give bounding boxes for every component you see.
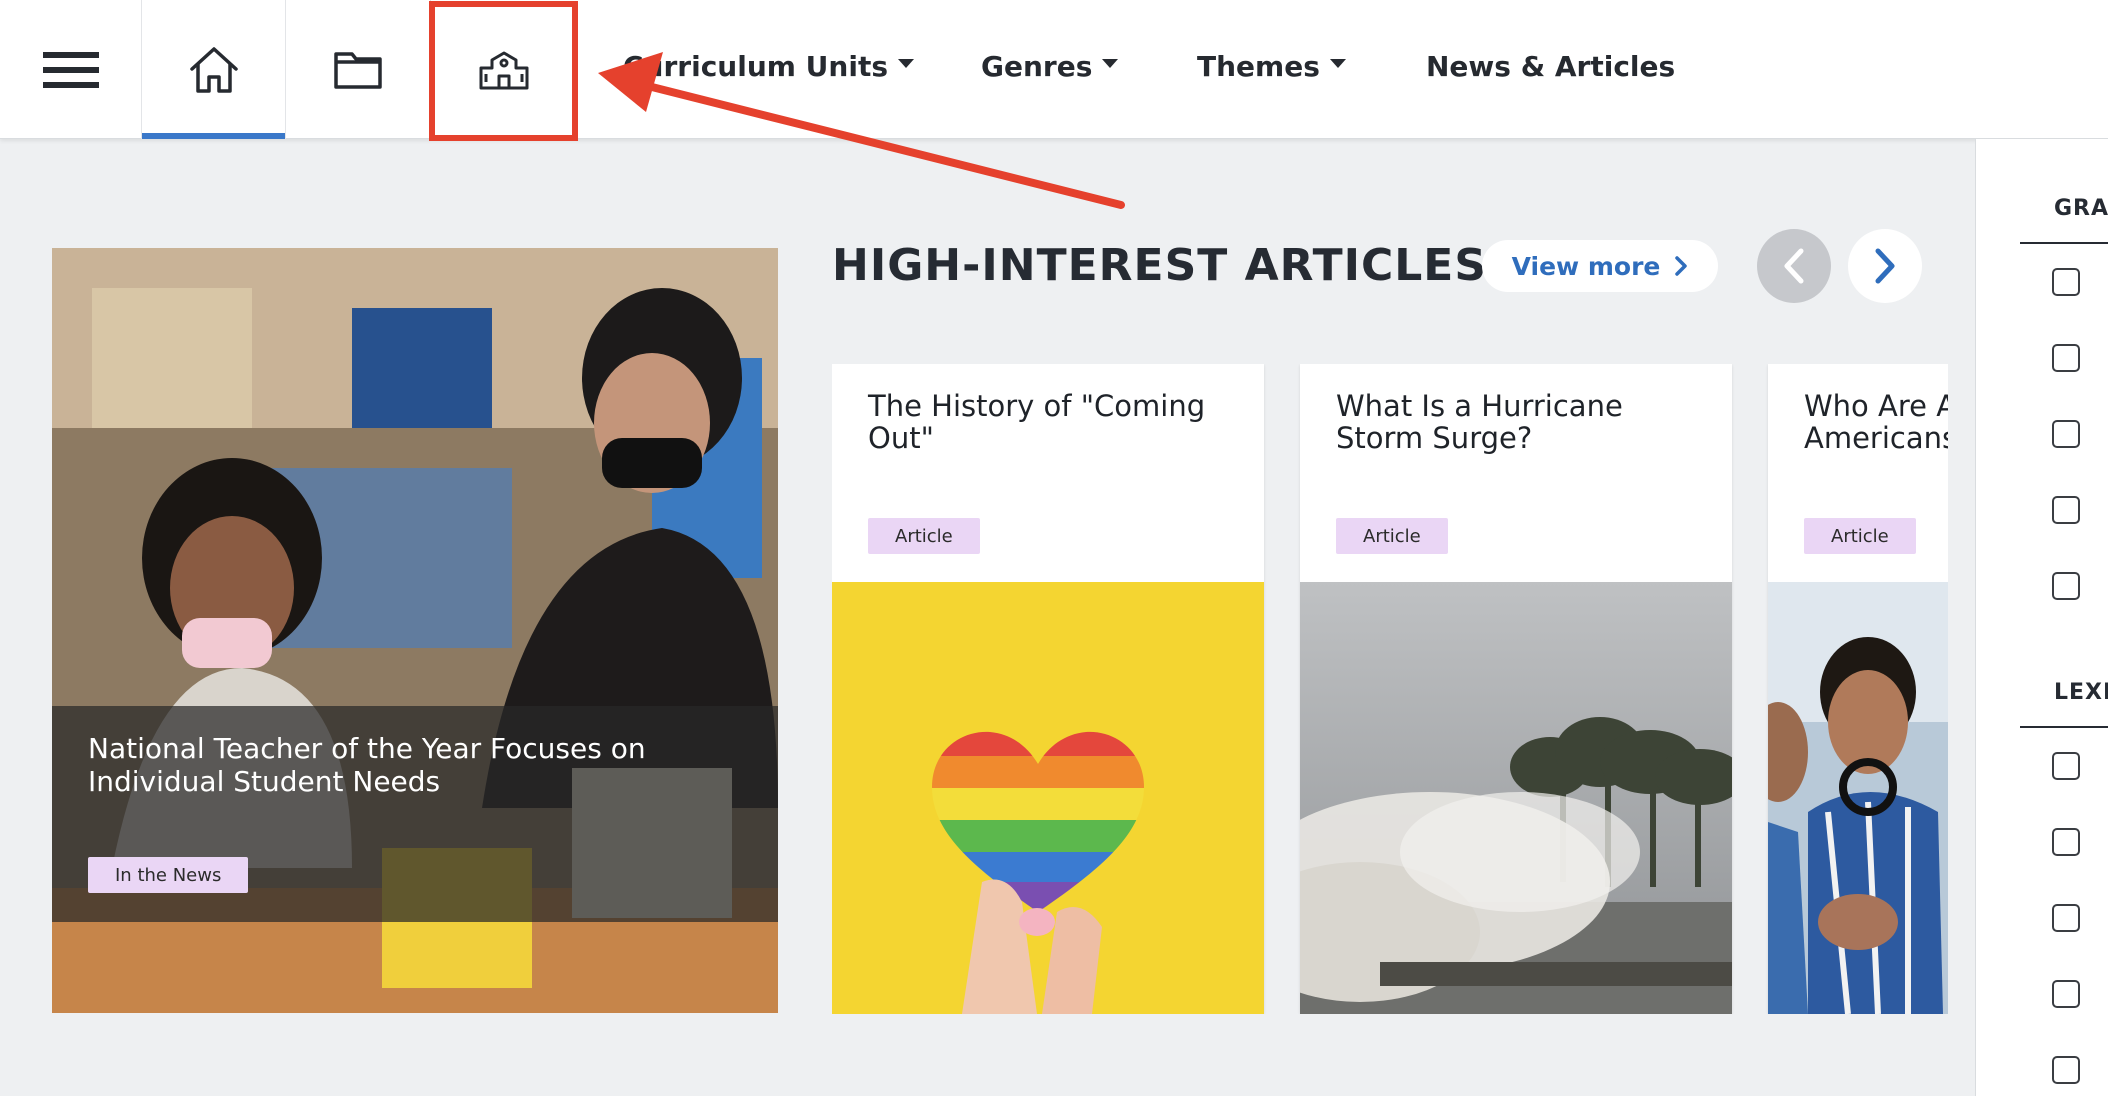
- folder-icon: [334, 51, 382, 89]
- school-tab[interactable]: [431, 0, 576, 139]
- article-card[interactable]: The History of "Coming Out" Article: [832, 364, 1264, 1014]
- home-tab[interactable]: [141, 0, 286, 139]
- articles-carousel: The History of "Coming Out" Article What…: [832, 364, 1948, 1014]
- feature-title[interactable]: National Teacher of the Year Focuses on …: [88, 732, 728, 798]
- divider: [2020, 242, 2108, 244]
- chevron-down-icon: [1329, 59, 1346, 68]
- filter-checkbox[interactable]: [2052, 420, 2080, 448]
- article-card-image: [1768, 582, 1948, 1014]
- article-card-title[interactable]: Who Are A Americans: [1804, 390, 1948, 454]
- carousel-prev-button[interactable]: [1757, 229, 1831, 303]
- chevron-right-icon: [1875, 248, 1895, 284]
- filter-checkbox[interactable]: [2052, 752, 2080, 780]
- home-icon: [189, 46, 238, 93]
- storm-surge-image: [1300, 582, 1732, 1014]
- divider: [2020, 726, 2108, 728]
- carousel-next-button[interactable]: [1848, 229, 1922, 303]
- school-building-icon: [479, 51, 528, 89]
- article-card-tag: Article: [1804, 518, 1916, 554]
- filter-checkbox[interactable]: [2052, 344, 2080, 372]
- article-card[interactable]: What Is a Hurricane Storm Surge? Article: [1300, 364, 1732, 1014]
- filter-checkbox[interactable]: [2052, 980, 2080, 1008]
- filter-checkbox[interactable]: [2052, 904, 2080, 932]
- article-card-tag: Article: [1336, 518, 1448, 554]
- view-more-label: View more: [1511, 251, 1661, 281]
- nav-genres[interactable]: Genres: [981, 44, 1119, 89]
- feature-tag: In the News: [88, 857, 249, 893]
- nav-themes[interactable]: Themes: [1197, 44, 1346, 89]
- filter-checkbox[interactable]: [2052, 572, 2080, 600]
- filter-sidebar: GRA LEXI: [1975, 139, 2108, 1096]
- filter-heading-lexile: LEXI: [2054, 680, 2108, 705]
- chevron-right-icon: [1675, 256, 1688, 276]
- library-tab[interactable]: [286, 0, 431, 139]
- feature-story-card[interactable]: National Teacher of the Year Focuses on …: [52, 248, 778, 1013]
- nav-news-articles[interactable]: News & Articles: [1426, 44, 1675, 89]
- filter-checkbox[interactable]: [2052, 1056, 2080, 1084]
- article-card-image: [1300, 582, 1732, 1014]
- section-title: HIGH-INTEREST ARTICLES: [832, 240, 1488, 291]
- nav-genres-label: Genres: [981, 50, 1093, 83]
- top-navigation-bar: Curriculum Units Genres Themes News & Ar…: [0, 0, 2108, 139]
- article-card[interactable]: Who Are A Americans Article: [1768, 364, 1948, 1014]
- nav-curriculum-units-label: Curriculum Units: [623, 50, 889, 83]
- menu-button[interactable]: [0, 0, 141, 139]
- filter-checkbox[interactable]: [2052, 496, 2080, 524]
- filter-checkbox[interactable]: [2052, 828, 2080, 856]
- article-card-image: [832, 582, 1264, 1014]
- filter-checkbox[interactable]: [2052, 268, 2080, 296]
- article-card-title[interactable]: What Is a Hurricane Storm Surge?: [1336, 390, 1716, 454]
- filter-heading-grade: GRA: [2054, 196, 2108, 221]
- people-photo-image: [1768, 582, 1948, 1014]
- rainbow-heart-image: [832, 582, 1264, 1014]
- chevron-down-icon: [1102, 59, 1119, 68]
- article-card-title[interactable]: The History of "Coming Out": [868, 390, 1248, 454]
- nav-themes-label: Themes: [1197, 50, 1320, 83]
- article-card-tag: Article: [868, 518, 980, 554]
- hamburger-menu-icon: [42, 51, 99, 88]
- chevron-left-icon: [1784, 248, 1804, 284]
- nav-curriculum-units[interactable]: Curriculum Units: [623, 44, 915, 89]
- chevron-down-icon: [898, 59, 915, 68]
- nav-news-articles-label: News & Articles: [1426, 50, 1676, 83]
- view-more-button[interactable]: View more: [1482, 240, 1718, 292]
